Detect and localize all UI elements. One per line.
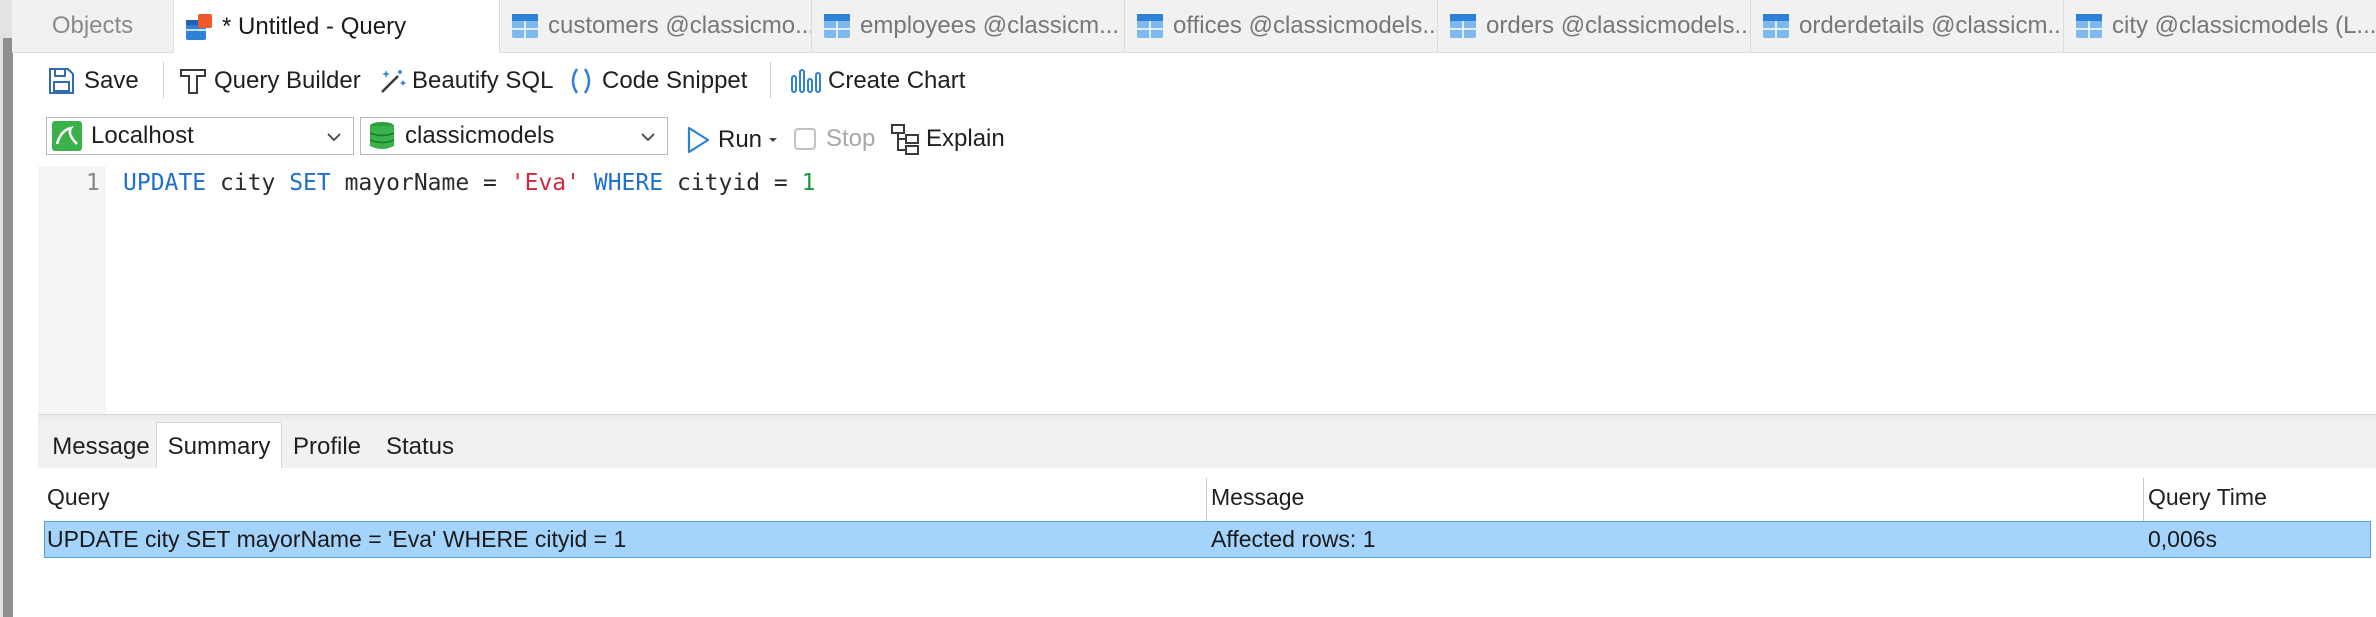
result-tab-label: Status bbox=[385, 433, 455, 460]
sql-editor[interactable] bbox=[38, 166, 2376, 414]
left-scrollbar[interactable] bbox=[0, 0, 13, 617]
result-tab-label: Summary bbox=[167, 432, 271, 460]
dropdown-caret-icon[interactable] bbox=[766, 133, 780, 147]
sql-keyword: WHERE bbox=[593, 170, 664, 196]
tab-status[interactable]: Status bbox=[374, 426, 466, 468]
tab-orders[interactable]: orders @classicmodels... bbox=[1438, 0, 1751, 52]
table-icon bbox=[824, 14, 850, 38]
cell-query[interactable]: UPDATE city SET mayorName = 'Eva' WHERE … bbox=[47, 526, 626, 553]
tab-message[interactable]: Message bbox=[46, 426, 156, 468]
magic-wand-icon bbox=[381, 69, 406, 93]
tab-city[interactable]: city @classicmodels (L... bbox=[2064, 0, 2376, 52]
sql-string: 'Eva' bbox=[510, 170, 580, 196]
sql-identifier: cityid = bbox=[663, 170, 802, 196]
tab-label: orders @classicmodels... bbox=[1486, 12, 1751, 39]
tab-customers[interactable]: customers @classicmo... bbox=[500, 0, 812, 52]
chevron-down-icon bbox=[641, 133, 655, 142]
tab-label: employees @classicm... bbox=[860, 12, 1120, 39]
beautify-sql-label: Beautify SQL bbox=[412, 67, 554, 94]
mysql-connection-icon bbox=[52, 121, 82, 151]
stop-label: Stop bbox=[826, 125, 876, 152]
database-icon bbox=[369, 122, 395, 149]
chart-icon bbox=[791, 69, 821, 93]
run-button[interactable]: Run bbox=[684, 125, 780, 155]
scrollbar-thumb[interactable] bbox=[3, 38, 13, 617]
result-tab-label: Profile bbox=[292, 433, 362, 460]
create-chart-button[interactable]: Create Chart bbox=[790, 66, 965, 96]
table-icon bbox=[1450, 14, 1476, 38]
tab-strip: Objects * Untitled - Query customers @cl… bbox=[12, 0, 2376, 53]
query-builder-button[interactable]: Query Builder bbox=[178, 66, 361, 96]
sql-code-line[interactable]: UPDATE city SET mayorName = 'Eva' WHERE … bbox=[123, 170, 815, 196]
create-chart-label: Create Chart bbox=[828, 67, 966, 94]
table-icon bbox=[2076, 14, 2102, 38]
table-icon bbox=[512, 14, 538, 38]
tab-label: offices @classicmodels... bbox=[1173, 12, 1438, 39]
tab-employees[interactable]: employees @classicm... bbox=[812, 0, 1125, 52]
play-icon bbox=[687, 126, 710, 154]
line-number-gutter bbox=[38, 166, 106, 414]
tab-offices[interactable]: offices @classicmodels... bbox=[1125, 0, 1438, 52]
save-button[interactable]: Save bbox=[46, 66, 139, 96]
explain-button[interactable]: Explain bbox=[890, 123, 1005, 155]
tab-label: Objects bbox=[51, 12, 134, 39]
tab-label: orderdetails @classicm... bbox=[1799, 12, 2064, 39]
query-builder-icon bbox=[180, 69, 206, 94]
query-icon bbox=[186, 13, 212, 40]
connection-value: Localhost bbox=[91, 122, 194, 149]
tab-label: * Untitled - Query bbox=[222, 12, 407, 40]
line-number: 1 bbox=[86, 170, 100, 196]
result-tab-label: Message bbox=[52, 433, 150, 460]
toolbar-divider bbox=[163, 62, 164, 98]
tab-untitled-query[interactable]: * Untitled - Query bbox=[174, 0, 500, 53]
stop-icon bbox=[794, 128, 816, 150]
query-builder-label: Query Builder bbox=[214, 67, 361, 94]
code-snippet-label: Code Snippet bbox=[602, 67, 748, 94]
explain-icon bbox=[891, 124, 919, 155]
cell-query-time[interactable]: 0,006s bbox=[2148, 526, 2217, 553]
stop-button[interactable]: Stop bbox=[792, 125, 875, 153]
sql-keyword: UPDATE bbox=[123, 170, 207, 196]
tab-label: customers @classicmo... bbox=[548, 12, 812, 39]
database-value: classicmodels bbox=[405, 122, 555, 149]
sql-number: 1 bbox=[801, 170, 816, 196]
sql-identifier: city bbox=[206, 170, 290, 196]
save-label: Save bbox=[84, 67, 139, 94]
run-label: Run bbox=[718, 126, 763, 153]
sql-space bbox=[580, 170, 594, 196]
toolbar-divider bbox=[770, 62, 771, 98]
save-icon bbox=[49, 68, 74, 94]
tab-objects[interactable]: Objects bbox=[12, 0, 174, 52]
tab-summary[interactable]: Summary bbox=[156, 422, 282, 470]
column-header-query[interactable]: Query bbox=[47, 484, 110, 511]
table-icon bbox=[1137, 14, 1163, 38]
tab-profile[interactable]: Profile bbox=[284, 426, 370, 468]
column-header-message[interactable]: Message bbox=[1211, 484, 1304, 511]
beautify-sql-button[interactable]: Beautify SQL bbox=[376, 66, 553, 96]
sql-keyword: SET bbox=[289, 170, 331, 196]
tab-label: city @classicmodels (L... bbox=[2112, 12, 2376, 39]
column-header-query-time[interactable]: Query Time bbox=[2148, 484, 2267, 511]
code-snippet-button[interactable]: Code Snippet bbox=[566, 66, 747, 96]
database-select[interactable]: classicmodels bbox=[360, 117, 668, 155]
chevron-down-icon bbox=[327, 133, 341, 142]
table-icon bbox=[1763, 14, 1789, 38]
tab-orderdetails[interactable]: orderdetails @classicm... bbox=[1751, 0, 2064, 52]
connection-select[interactable]: Localhost bbox=[46, 117, 354, 155]
code-snippet-icon bbox=[571, 68, 591, 94]
result-tabs: Message Summary Profile Status bbox=[38, 420, 2376, 470]
cell-message[interactable]: Affected rows: 1 bbox=[1211, 526, 1376, 553]
explain-label: Explain bbox=[926, 125, 1005, 152]
sql-identifier: mayorName = bbox=[330, 170, 511, 196]
